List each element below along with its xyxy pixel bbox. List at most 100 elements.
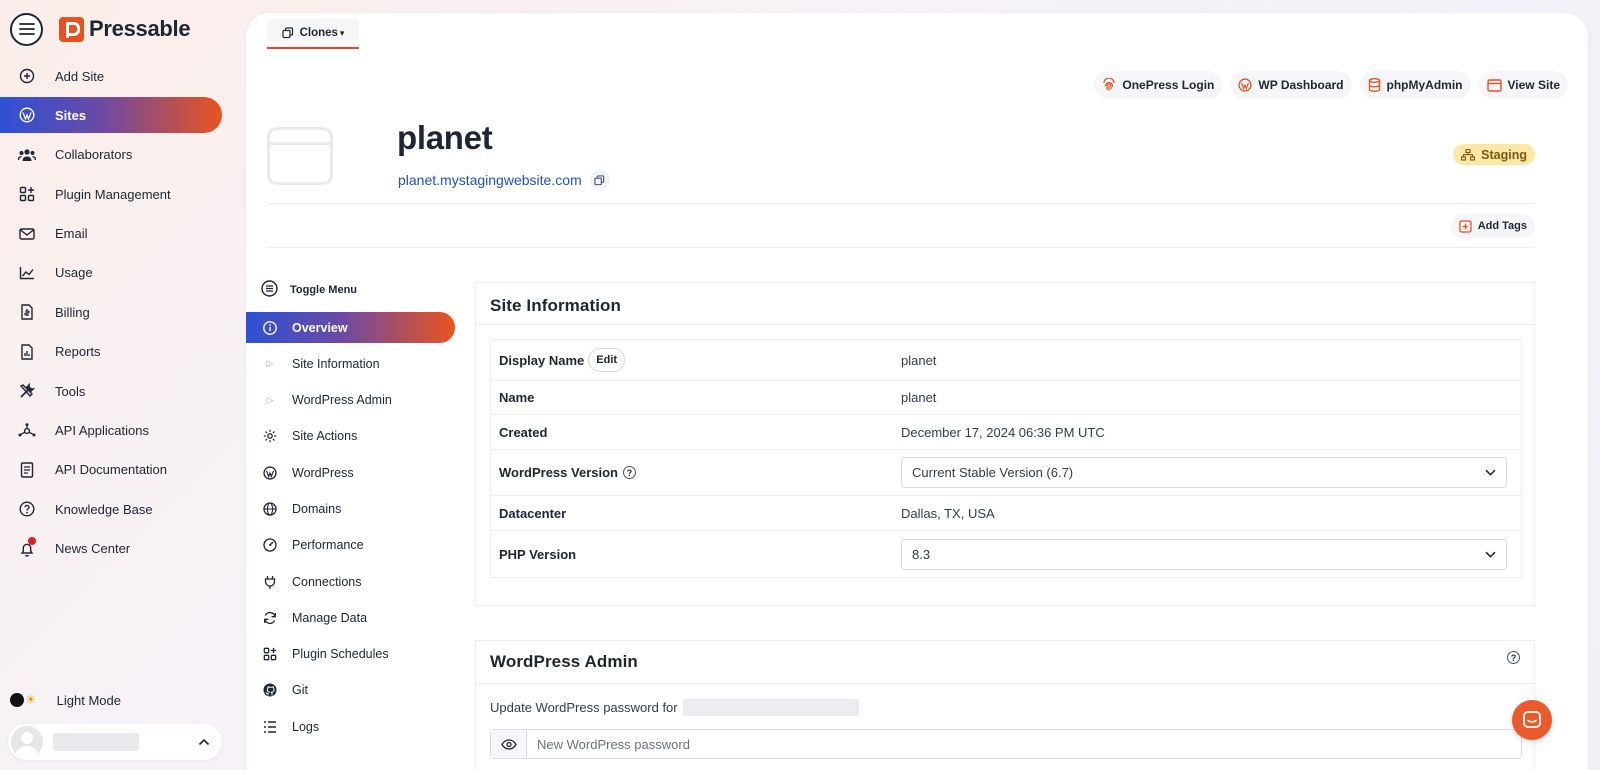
database-icon (1368, 78, 1380, 92)
notification-dot (28, 536, 36, 545)
quick-link-label: WP Dashboard (1258, 78, 1344, 92)
sidebar-item-reports[interactable]: Reports (0, 334, 222, 370)
name-label: Name (499, 390, 535, 405)
row-value: Current Stable Version (6.7) (901, 457, 1521, 488)
update-password-label: Update WordPress password for (490, 700, 678, 715)
sidebar-item-label: API Applications (55, 423, 149, 439)
wordpress-version-select[interactable]: Current Stable Version (6.7) (901, 457, 1507, 488)
clones-dropdown[interactable]: Clones ▾ (267, 19, 359, 49)
menu-item-domains[interactable]: Domains (246, 493, 456, 524)
menu-item-logs[interactable]: Logs (246, 711, 456, 742)
wordpress-icon (263, 466, 277, 480)
sidebar-item-label: Add Site (55, 68, 105, 84)
table-row: PHP Version 8.3 (491, 531, 1521, 577)
hamburger-menu-button[interactable] (10, 12, 43, 46)
sidebar-item-label: API Documentation (55, 462, 168, 478)
light-mode-toggle[interactable]: ☀ Light Mode (10, 692, 121, 708)
menu-item-label: Git (292, 683, 308, 698)
menu-item-overview[interactable]: Overview (246, 312, 455, 343)
sidebar-item-add-site[interactable]: Add Site (0, 58, 222, 94)
support-chat-button[interactable] (1512, 700, 1552, 740)
help-icon[interactable]: ? (1507, 651, 1520, 664)
sidebar-item-usage[interactable]: Usage (0, 255, 222, 291)
menu-item-plugin-schedules[interactable]: Plugin Schedules (246, 639, 456, 670)
new-password-input[interactable] (527, 736, 1521, 752)
sidebar-item-plugin-management[interactable]: Plugin Management (0, 176, 222, 212)
sidebar-item-api-documentation[interactable]: API Documentation (0, 452, 222, 488)
wp-dashboard-button[interactable]: WP Dashboard (1230, 71, 1352, 99)
api-icon (18, 422, 36, 440)
menu-item-label: Plugin Schedules (292, 647, 389, 662)
sidebar-item-email[interactable]: Email (0, 216, 222, 252)
row-label: WordPress Version ? (491, 465, 901, 480)
triangle-right-icon: ▷ (266, 394, 274, 405)
copy-url-button[interactable] (589, 170, 610, 190)
sidebar-nav: Add Site Sites Collaborators Plugin Mana… (0, 58, 222, 570)
php-version-value: 8.3 (912, 546, 931, 562)
sidebar-item-billing[interactable]: Billing (0, 294, 222, 330)
menu-item-manage-data[interactable]: Manage Data (246, 602, 456, 633)
display-name-label: Display Name (499, 352, 585, 368)
name-value: planet (901, 390, 937, 405)
light-mode-label: Light Mode (56, 692, 121, 708)
menu-item-performance[interactable]: Performance (246, 530, 456, 561)
site-information-table: Display Name Edit planet Name planet Cre… (490, 339, 1522, 578)
help-icon[interactable]: ? (622, 466, 636, 479)
sidebar-item-label: Knowledge Base (55, 501, 153, 517)
wordpress-version-value: Current Stable Version (6.7) (912, 465, 1074, 480)
toggle-password-visibility-button[interactable] (491, 730, 527, 758)
onepress-login-button[interactable]: OnePress Login (1094, 71, 1223, 99)
created-value: December 17, 2024 06:36 PM UTC (901, 424, 1105, 440)
globe-icon (263, 502, 277, 516)
divider (267, 203, 1535, 204)
wordpress-icon (18, 106, 36, 124)
chat-icon (1523, 711, 1541, 728)
site-url: planet.mystagingwebsite.com (398, 170, 610, 190)
view-site-button[interactable]: View Site (1478, 71, 1568, 99)
phpmyadmin-button[interactable]: phpMyAdmin (1359, 71, 1471, 99)
avatar (11, 726, 43, 758)
sidebar-item-tools[interactable]: Tools (0, 373, 222, 409)
menu-item-wordpress[interactable]: WordPress (246, 457, 456, 488)
moon-toggle-icon (10, 693, 24, 707)
sidebar-item-api-applications[interactable]: API Applications (0, 413, 222, 449)
wordpress-admin-panel: WordPress Admin ? Update WordPress passw… (475, 640, 1535, 770)
hamburger-icon (18, 23, 35, 35)
menu-item-label: Performance (292, 538, 364, 553)
php-version-select[interactable]: 8.3 (901, 538, 1507, 570)
menu-item-site-actions[interactable]: Site Actions (246, 421, 456, 452)
menu-item-label: Manage Data (292, 610, 368, 625)
username-redacted (682, 699, 859, 716)
copy-icon (281, 27, 293, 39)
divider (267, 247, 1535, 248)
menu-item-wordpress-admin[interactable]: ▷ WordPress Admin (246, 385, 456, 416)
clones-label: Clones (299, 27, 338, 39)
chevron-down-icon (1485, 551, 1496, 558)
php-version-label: PHP Version (499, 546, 577, 562)
menu-item-site-information[interactable]: ▷ Site Information (246, 348, 456, 379)
user-menu[interactable] (8, 724, 222, 760)
quick-link-label: View Site (1507, 78, 1560, 92)
update-password-text: Update WordPress password for (490, 699, 859, 716)
browser-window-icon (1486, 78, 1502, 92)
add-tags-button[interactable]: Add Tags (1450, 214, 1535, 238)
menu-item-label: Domains (292, 501, 342, 516)
github-icon (263, 683, 277, 697)
menu-item-git[interactable]: Git (246, 675, 456, 706)
sidebar-item-news-center[interactable]: News Center (0, 531, 222, 567)
edit-display-name-button[interactable]: Edit (588, 348, 626, 372)
caret-down-icon: ▾ (339, 27, 345, 38)
sidebar-item-knowledge-base[interactable]: Knowledge Base (0, 491, 222, 527)
fingerprint-icon (1103, 78, 1115, 91)
site-information-title: Site Information (490, 296, 621, 315)
sidebar: Pressable Add Site Sites Collaborators P… (0, 0, 240, 770)
table-row: Created December 17, 2024 06:36 PM UTC (491, 415, 1521, 450)
menu-item-connections[interactable]: Connections (246, 566, 456, 597)
sidebar-item-sites[interactable]: Sites (0, 97, 222, 134)
toggle-menu-button[interactable]: Toggle Menu (246, 278, 456, 302)
divider (476, 324, 1534, 325)
pressable-logo[interactable]: Pressable (59, 16, 191, 42)
site-url-link[interactable]: planet.mystagingwebsite.com (398, 172, 582, 188)
menu-item-label: Logs (292, 719, 320, 734)
sidebar-item-collaborators[interactable]: Collaborators (0, 137, 222, 173)
